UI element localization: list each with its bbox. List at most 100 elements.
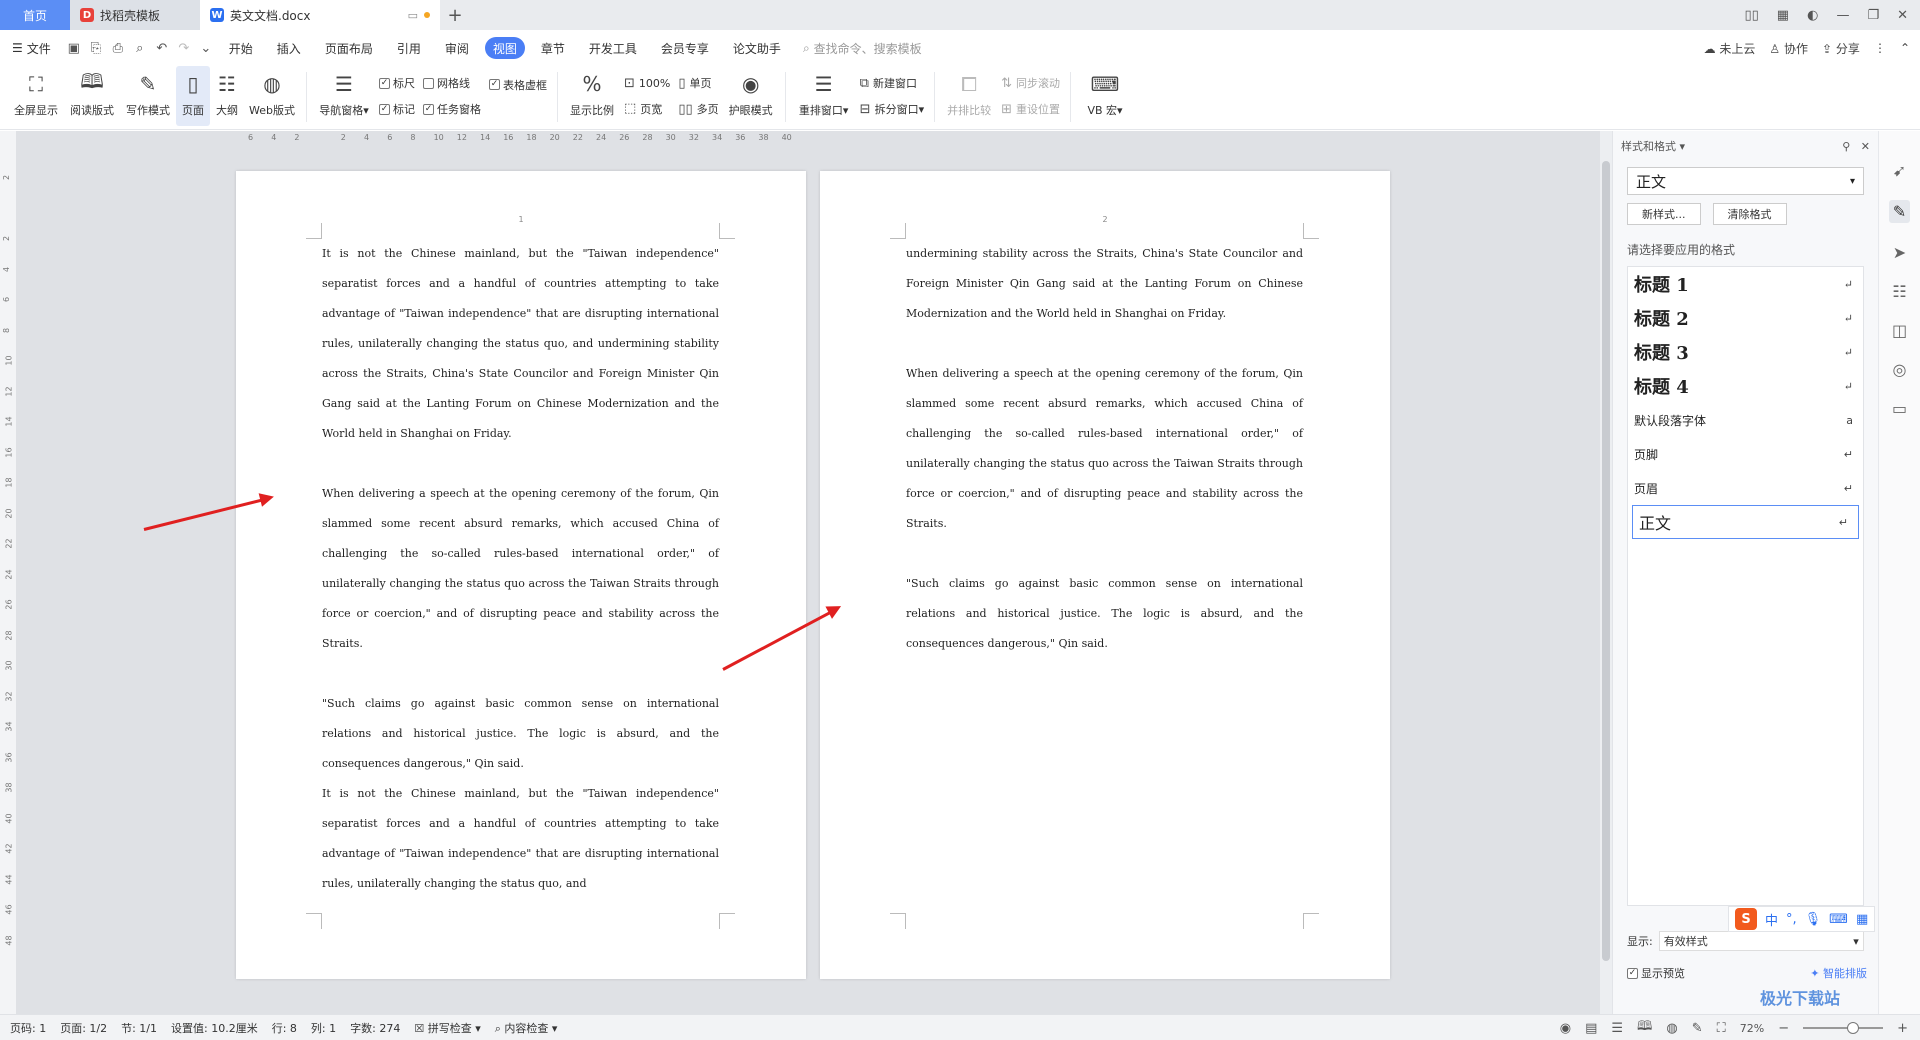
ruler-checkbox[interactable]: ✓ 标尺: [379, 75, 415, 91]
status-section[interactable]: 节: 1/1: [121, 1020, 157, 1036]
customize-chevron-icon[interactable]: ⌄: [195, 37, 217, 59]
compass-icon[interactable]: ◎: [1893, 360, 1907, 379]
outline-view-button[interactable]: ☷ 大纲: [210, 66, 244, 126]
scroll-thumb[interactable]: [1602, 161, 1610, 961]
grid-checkbox[interactable]: 网格线: [423, 75, 481, 91]
collab-button[interactable]: ♙ 协作: [1769, 40, 1808, 57]
vb-macro-button[interactable]: ⌨ VB 宏▾: [1077, 66, 1133, 126]
tab-document[interactable]: W 英文文档.docx ▭: [200, 0, 440, 30]
taskpane-checkbox[interactable]: ✓ 任务窗格: [423, 101, 481, 117]
styles-panel-title[interactable]: 样式和格式 ▾: [1621, 138, 1685, 154]
tab-template[interactable]: D 找稻壳模板: [70, 0, 200, 30]
menu-reference[interactable]: 引用: [385, 37, 433, 59]
page-width-button[interactable]: ⬚ 页宽: [624, 101, 670, 117]
rearrange-window-button[interactable]: ☰ 重排窗口▾: [792, 66, 856, 126]
status-pages[interactable]: 页面: 1/2: [60, 1020, 107, 1036]
paragraph[interactable]: undermining stability across the Straits…: [906, 239, 1303, 329]
undo-icon[interactable]: ↶: [151, 37, 173, 59]
tab-home[interactable]: 首页: [0, 0, 70, 30]
page-view-button[interactable]: ▯ 页面: [176, 66, 210, 126]
menu-start[interactable]: 开始: [217, 37, 265, 59]
new-tab-button[interactable]: +: [440, 0, 470, 30]
outline-view-icon[interactable]: ☰: [1611, 1021, 1623, 1036]
write-view-icon[interactable]: ✎: [1692, 1021, 1703, 1036]
spell-check-button[interactable]: ☒ 拼写检查 ▾: [414, 1020, 480, 1036]
adjust-icon[interactable]: ☷: [1892, 282, 1906, 301]
style-heading-1[interactable]: 标题 1 ↵: [1628, 267, 1863, 301]
ime-menu-icon[interactable]: ▦: [1856, 912, 1868, 927]
command-search[interactable]: ⌕ 查找命令、搜索模板: [803, 40, 922, 57]
eye-care-button[interactable]: ◉ 护眼模式: [723, 66, 779, 126]
layout-icon[interactable]: ▯▯: [1744, 8, 1758, 23]
status-setting-value[interactable]: 设置值: 10.2厘米: [171, 1020, 258, 1036]
status-column[interactable]: 列: 1: [311, 1020, 336, 1036]
fit-page-icon[interactable]: ⛶: [1717, 1021, 1726, 1036]
backup-icon[interactable]: ◫: [1892, 321, 1907, 340]
current-style-select[interactable]: 正文 ▾: [1627, 167, 1864, 195]
style-format-icon[interactable]: ✎: [1888, 200, 1911, 223]
monitor-icon[interactable]: ▭: [408, 9, 418, 22]
menu-thesis[interactable]: 论文助手: [721, 37, 793, 59]
show-preview-checkbox[interactable]: ✓ 显示预览: [1627, 965, 1685, 981]
tablegrid-checkbox[interactable]: ✓ 表格虚框: [489, 77, 547, 93]
paragraph[interactable]: It is not the Chinese mainland, but the …: [322, 779, 719, 899]
zoom-100-button[interactable]: ⊡ 100%: [624, 76, 670, 91]
page-1-text[interactable]: It is not the Chinese mainland, but the …: [322, 239, 719, 899]
read-mode-button[interactable]: 🕮 阅读版式: [64, 66, 120, 126]
menu-view[interactable]: 视图: [484, 37, 525, 59]
pin-icon[interactable]: ⚲: [1842, 140, 1850, 153]
style-body-text[interactable]: 正文 ↵: [1632, 505, 1859, 539]
cloud-status-button[interactable]: ☁ 未上云: [1704, 40, 1756, 57]
zoom-in-icon[interactable]: +: [1897, 1021, 1908, 1036]
status-word-count[interactable]: 字数: 274: [350, 1020, 400, 1036]
status-row[interactable]: 行: 8: [272, 1020, 297, 1036]
menu-layout[interactable]: 页面布局: [313, 37, 385, 59]
zoom-slider[interactable]: [1803, 1022, 1884, 1034]
content-check-button[interactable]: ⌕ 内容检查 ▾: [495, 1020, 558, 1036]
horizontal-ruler[interactable]: 6 4 2 2 4 6 8 10 12 14 16 18 20 22 24 26 28 30 32 34 36 38 40: [232, 131, 792, 147]
zoom-ratio-button[interactable]: % 显示比例: [564, 66, 620, 126]
restore-icon[interactable]: ❐: [1867, 8, 1879, 23]
vertical-ruler[interactable]: 2 2 4 6 8 10 12 14 16 18 20 22 24 26 28 30 32 34 36 38 40 42 4…: [0, 131, 16, 1014]
multi-page-button[interactable]: ▯▯ 多页: [678, 101, 718, 117]
minimize-icon[interactable]: —: [1836, 8, 1849, 23]
web-view-button[interactable]: ◍ Web版式: [244, 66, 300, 126]
clear-format-button[interactable]: 清除格式: [1712, 203, 1787, 225]
reset-position-button[interactable]: ⊞ 重设位置: [1001, 101, 1060, 117]
style-header[interactable]: 页眉 ↵: [1628, 471, 1863, 505]
compare-button[interactable]: ⧠ 并排比较: [941, 66, 997, 126]
print-icon[interactable]: ⎙: [107, 37, 129, 59]
new-style-button[interactable]: 新样式...: [1627, 203, 1701, 225]
select-pointer-icon[interactable]: ➤: [1893, 243, 1906, 262]
smart-layout-button[interactable]: ✦ 智能排版: [1810, 965, 1867, 981]
close-icon[interactable]: ✕: [1897, 8, 1908, 23]
share-button[interactable]: ⇪ 分享: [1822, 40, 1860, 57]
preview-icon[interactable]: ⌕: [129, 37, 151, 59]
close-panel-icon[interactable]: ✕: [1861, 140, 1870, 153]
split-window-button[interactable]: ⊟ 拆分窗口▾: [860, 101, 924, 117]
rocket-icon[interactable]: ➹: [1893, 161, 1906, 180]
menu-member[interactable]: 会员专享: [649, 37, 721, 59]
more-icon[interactable]: ⋮: [1874, 41, 1886, 55]
fullscreen-button[interactable]: ⛶ 全屏显示: [8, 66, 64, 126]
export-icon[interactable]: ⎘: [85, 37, 107, 59]
microphone-icon[interactable]: 🎙: [1805, 912, 1822, 927]
new-window-button[interactable]: ⧉ 新建窗口: [860, 75, 924, 91]
sync-scroll-button[interactable]: ⇅ 同步滚动: [1001, 75, 1060, 91]
show-filter-select[interactable]: 有效样式 ▾: [1658, 931, 1864, 951]
book-reader-icon[interactable]: ▭: [1892, 399, 1907, 418]
style-footer[interactable]: 页脚 ↵: [1628, 437, 1863, 471]
save-icon[interactable]: ▣: [63, 37, 85, 59]
ime-toolbar[interactable]: S 中 °, 🎙 ⌨ ▦: [1728, 906, 1876, 932]
menu-developer[interactable]: 开发工具: [577, 37, 649, 59]
punctuation-icon[interactable]: °,: [1786, 912, 1797, 927]
apps-grid-icon[interactable]: ▦: [1777, 8, 1789, 23]
style-default-font[interactable]: 默认段落字体 a: [1628, 403, 1863, 437]
nav-pane-button[interactable]: ☰ 导航窗格▾: [313, 66, 375, 126]
page-2-text[interactable]: undermining stability across the Straits…: [906, 239, 1303, 659]
paragraph[interactable]: "Such claims go against basic common sen…: [322, 689, 719, 779]
redo-icon[interactable]: ↷: [173, 37, 195, 59]
avatar[interactable]: ◐: [1807, 8, 1818, 23]
style-heading-3[interactable]: 标题 3 ↵: [1628, 335, 1863, 369]
page-2[interactable]: 2 undermining stability across the Strai…: [820, 171, 1390, 979]
